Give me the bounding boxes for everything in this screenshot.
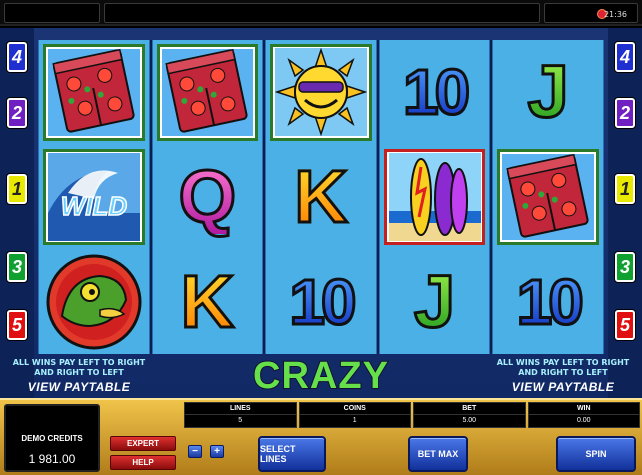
symbol-j: J xyxy=(493,40,603,145)
sun-icon xyxy=(274,48,367,137)
payline-badge-3[interactable]: 3 xyxy=(615,252,635,282)
top-info-box-left xyxy=(4,3,100,23)
increase-button[interactable]: + xyxy=(210,445,224,458)
expert-button[interactable]: EXPERT xyxy=(110,436,176,451)
meters: LINES 5 COINS 1 BET 5.00 WIN 0.00 xyxy=(184,402,640,428)
symbol-q-glyph: Q xyxy=(177,154,238,238)
paytable-note-line2: AND RIGHT TO LEFT xyxy=(34,368,124,377)
surfboards-icon xyxy=(388,152,481,241)
symbol-shorts xyxy=(497,148,599,246)
payline-badge-1[interactable]: 1 xyxy=(615,174,635,204)
symbol-sun xyxy=(270,44,372,141)
bet-label: BET xyxy=(414,403,525,415)
symbol-chameleon xyxy=(39,249,149,354)
symbol-10-glyph: 10 xyxy=(515,265,585,338)
top-bar: 21:36 xyxy=(0,0,642,26)
top-info-box-right: 21:36 xyxy=(544,3,638,23)
shorts-icon xyxy=(52,49,135,133)
select-lines-button[interactable]: SELECT LINES xyxy=(258,436,326,472)
reel-2: Q K xyxy=(151,40,264,354)
decrease-button[interactable]: − xyxy=(188,445,202,458)
payline-badge-5[interactable]: 5 xyxy=(7,310,27,340)
game-area: 4 2 1 3 5 4 2 1 3 5 WILD Q K K 10 10 J J… xyxy=(0,28,642,442)
symbol-10: 10 xyxy=(380,40,490,145)
payline-badge-3[interactable]: 3 xyxy=(7,252,27,282)
credits-display: DEMO CREDITS 1 981.00 xyxy=(4,404,100,472)
clock: 21:36 xyxy=(603,10,627,19)
symbol-10: 10 xyxy=(266,249,376,354)
payline-badge-4[interactable]: 4 xyxy=(615,42,635,72)
reel-5: J 10 xyxy=(492,40,604,354)
symbol-10: 10 xyxy=(493,249,603,354)
symbol-j-glyph: J xyxy=(526,50,570,134)
bet-meter: BET 5.00 xyxy=(413,402,526,428)
symbol-q: Q xyxy=(153,145,263,250)
paytable-note-line1: ALL WINS PAY LEFT TO RIGHT xyxy=(12,358,146,367)
spin-button[interactable]: SPIN xyxy=(556,436,636,472)
coins-value: 1 xyxy=(352,417,357,424)
paytable-note-line1: ALL WINS PAY LEFT TO RIGHT xyxy=(496,358,630,367)
bet-value: 5.00 xyxy=(462,417,477,424)
payline-badge-1[interactable]: 1 xyxy=(7,174,27,204)
lines-label: LINES xyxy=(185,403,296,415)
credits-label: DEMO CREDITS xyxy=(21,434,83,443)
paytable-note-line2: AND RIGHT TO LEFT xyxy=(518,368,608,377)
payline-badge-4[interactable]: 4 xyxy=(7,42,27,72)
symbol-j-glyph: J xyxy=(413,259,457,343)
paytable-note-right: ALL WINS PAY LEFT TO RIGHT AND RIGHT TO … xyxy=(488,358,638,394)
symbol-10-glyph: 10 xyxy=(288,265,358,338)
view-paytable-link[interactable]: VIEW PAYTABLE xyxy=(488,380,638,394)
payline-badge-2[interactable]: 2 xyxy=(615,98,635,128)
reels: WILD Q K K 10 10 J J 10 xyxy=(38,40,604,354)
symbol-k: K xyxy=(153,249,263,354)
payline-badge-2[interactable]: 2 xyxy=(7,98,27,128)
coins-label: COINS xyxy=(299,403,410,415)
coins-meter: COINS 1 xyxy=(298,402,411,428)
reel-1: WILD xyxy=(38,40,150,354)
view-paytable-link[interactable]: VIEW PAYTABLE xyxy=(4,380,154,394)
message-bar xyxy=(104,3,540,23)
payline-badge-5[interactable]: 5 xyxy=(615,310,635,340)
payline-indicators-right: 4 2 1 3 5 xyxy=(608,28,642,398)
reel-4: 10 J xyxy=(378,40,491,354)
win-value: 0.00 xyxy=(576,417,591,424)
payline-indicators-left: 4 2 1 3 5 xyxy=(0,28,34,398)
win-label: WIN xyxy=(528,403,639,415)
lines-meter: LINES 5 xyxy=(184,402,297,428)
credits-value: 1 981.00 xyxy=(28,452,76,466)
paytable-note-left: ALL WINS PAY LEFT TO RIGHT AND RIGHT TO … xyxy=(4,358,154,394)
symbol-10-glyph: 10 xyxy=(401,56,471,129)
symbol-wild: WILD xyxy=(43,148,145,246)
symbol-shorts xyxy=(156,44,259,141)
symbol-surfboards xyxy=(383,148,486,246)
wild-text: WILD xyxy=(61,191,128,221)
win-meter: WIN 0.00 xyxy=(527,402,640,428)
symbol-k: K xyxy=(266,145,376,250)
help-button[interactable]: HELP xyxy=(110,455,176,470)
symbol-k-glyph: K xyxy=(293,154,349,238)
lines-value: 5 xyxy=(238,417,243,424)
bet-max-button[interactable]: BET MAX xyxy=(408,436,468,472)
wild-wave-icon: WILD xyxy=(47,152,140,241)
symbol-k-glyph: K xyxy=(179,259,235,343)
shorts-icon xyxy=(506,153,589,238)
control-panel: DEMO CREDITS 1 981.00 EXPERT HELP − + LI… xyxy=(0,398,642,475)
symbol-j: J xyxy=(380,249,490,354)
shorts-icon xyxy=(165,49,248,133)
chameleon-icon xyxy=(46,254,142,350)
symbol-shorts xyxy=(43,44,145,141)
reel-3: K 10 xyxy=(265,40,377,354)
